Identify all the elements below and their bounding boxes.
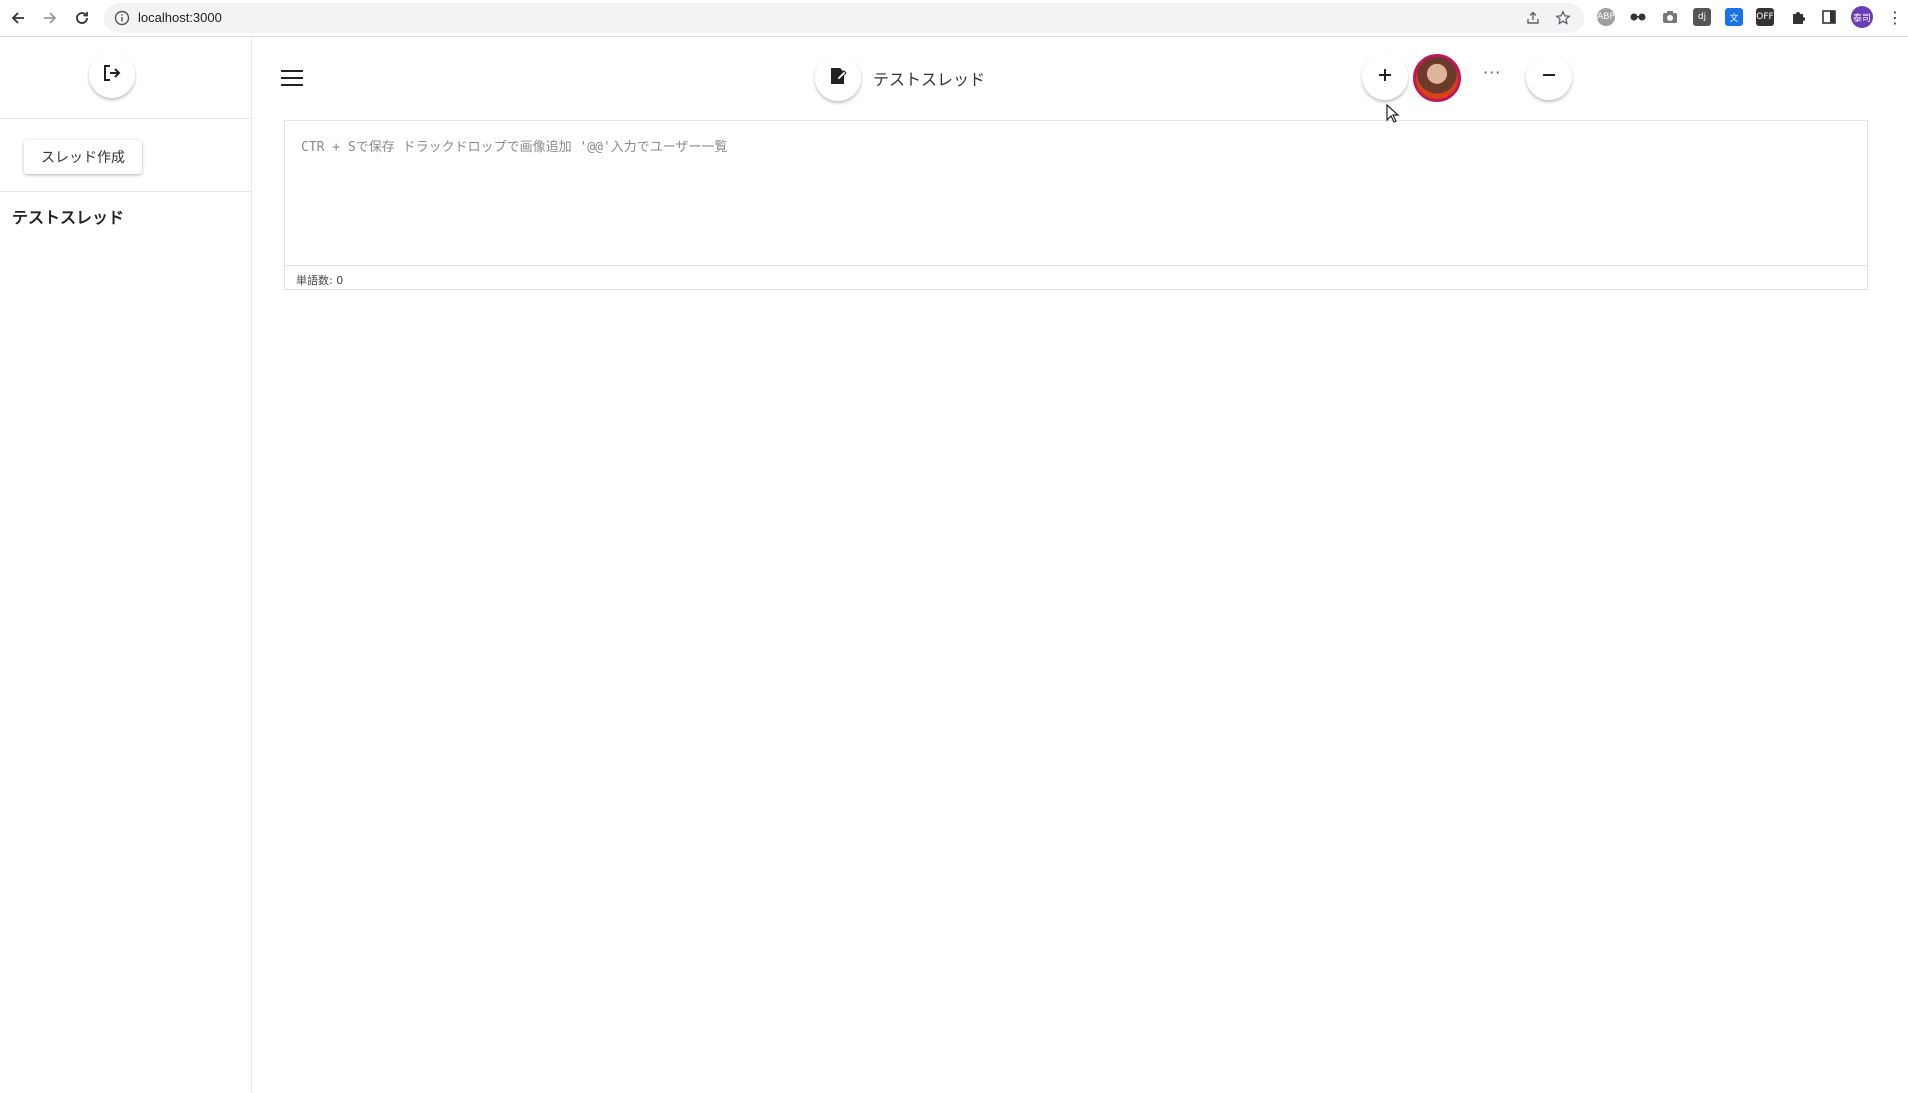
glasses-extension-icon[interactable] <box>1629 8 1647 26</box>
info-icon[interactable] <box>114 10 130 26</box>
profile-avatar[interactable]: 泰司 <box>1851 6 1873 28</box>
sidebar: スレッド作成 テストスレッド <box>0 38 252 1093</box>
thread-editor: CTR + Sで保存 ドラックドロップで画像追加 '@@'入力でユーザー一覧 単… <box>284 120 1868 290</box>
url-text: localhost:3000 <box>138 10 222 25</box>
camera-extension-icon[interactable] <box>1661 8 1679 26</box>
browser-toolbar: localhost:3000 ABP dj 文 OFF 泰司 ⋮ <box>0 0 1908 37</box>
editor-placeholder: CTR + Sで保存 ドラックドロップで画像追加 '@@'入力でユーザー一覧 <box>301 140 728 155</box>
add-button[interactable] <box>1362 54 1408 100</box>
browser-menu-icon[interactable]: ⋮ <box>1886 8 1904 27</box>
minus-icon <box>1541 67 1557 87</box>
back-icon[interactable] <box>5 5 31 31</box>
hamburger-menu-icon[interactable] <box>281 70 303 86</box>
edit-button[interactable] <box>815 55 861 101</box>
share-icon[interactable] <box>1525 10 1541 26</box>
create-thread-button[interactable]: スレッド作成 <box>24 140 142 174</box>
sidebar-header <box>0 38 251 119</box>
edit-icon <box>828 66 848 90</box>
dj-extension-icon[interactable]: dj <box>1693 8 1711 26</box>
page-title: テストスレッド <box>873 70 986 89</box>
sidebar-item-thread[interactable]: テストスレッド <box>12 204 124 228</box>
word-count: 単語数: 0 <box>296 274 344 287</box>
address-bar[interactable]: localhost:3000 <box>104 3 1584 33</box>
more-users-indicator[interactable]: ··· <box>1483 63 1501 82</box>
remove-button[interactable] <box>1526 54 1572 100</box>
bookmark-star-icon[interactable] <box>1555 10 1571 26</box>
create-thread-area: スレッド作成 <box>0 119 251 192</box>
mouse-cursor-icon <box>1386 103 1400 128</box>
off-extension-icon[interactable]: OFF <box>1756 8 1774 26</box>
adblock-extension-icon[interactable]: ABP <box>1597 8 1615 26</box>
logout-button[interactable] <box>89 52 135 98</box>
plus-icon <box>1377 67 1393 87</box>
user-avatar[interactable] <box>1413 54 1461 102</box>
forward-icon[interactable] <box>37 5 63 31</box>
puzzle-extensions-icon[interactable] <box>1789 8 1807 26</box>
reload-icon[interactable] <box>69 5 95 31</box>
editor-textarea[interactable]: CTR + Sで保存 ドラックドロップで画像追加 '@@'入力でユーザー一覧 <box>285 121 1867 266</box>
translate-extension-icon[interactable]: 文 <box>1725 8 1743 26</box>
side-panel-icon[interactable] <box>1820 8 1838 26</box>
logout-icon <box>102 63 122 87</box>
